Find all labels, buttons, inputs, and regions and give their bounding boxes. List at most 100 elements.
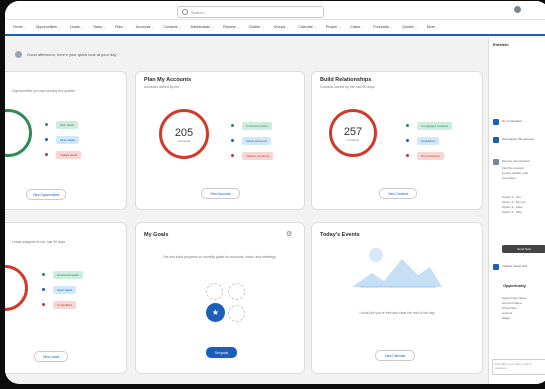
global-header: Search... xyxy=(5,1,545,20)
panel-title: Einstein xyxy=(493,42,509,47)
accounts-total-label: Accounts xyxy=(177,139,191,144)
nav-item[interactable]: Files xyxy=(115,25,127,29)
legend-dot xyxy=(231,124,234,127)
legend-row: In account plans xyxy=(231,118,273,133)
legend-dot xyxy=(231,154,234,157)
legend-row: Inactive accounts xyxy=(231,148,274,163)
nav-item[interactable]: Cases xyxy=(350,25,364,29)
nav-item[interactable]: Forecasts xyxy=(373,25,393,29)
einstein-panel: Einstein Hi, I'm Einstein Summarize this… xyxy=(488,38,545,384)
panel-item[interactable]: Summarize this account xyxy=(493,137,534,143)
legend-dot xyxy=(42,288,45,291)
legend-dot xyxy=(406,139,409,142)
send-now-button[interactable]: Send Now xyxy=(502,245,545,253)
events-empty-text: Looks like you're free and clear the res… xyxy=(359,311,435,315)
legend-dot xyxy=(231,139,234,142)
leads-legend: Converted leads Open leads Unqualified xyxy=(42,267,83,312)
card-build-relationships: Build Relationships Contacts owned by me… xyxy=(311,71,483,210)
result-line: Stage xyxy=(502,316,510,320)
nav-item[interactable]: Contacts xyxy=(163,25,181,29)
legend-label: In engaged contacts xyxy=(417,121,453,130)
legend-row: Open leads xyxy=(42,282,83,297)
contacts-ring-chart: 257 Contacts xyxy=(329,109,377,157)
card-title: My Goals xyxy=(144,232,169,238)
legend-label: Won deals xyxy=(56,120,79,129)
assistant-icon xyxy=(15,50,22,58)
goal-placeholder xyxy=(228,283,245,300)
legend-label: Not contacted xyxy=(417,151,444,160)
legend-row: Unqualified xyxy=(42,297,83,312)
goal-placeholder xyxy=(206,283,223,300)
set-goals-button[interactable]: Set goals xyxy=(206,347,237,358)
search-icon xyxy=(182,9,188,15)
avatar[interactable] xyxy=(514,6,521,13)
accounts-total: 205 xyxy=(174,126,194,139)
card-subtitle: Contacts owned by me, last 90 days xyxy=(320,85,375,89)
panel-item[interactable]: Set it to recommend... xyxy=(493,159,531,165)
nav-item[interactable]: Chatter xyxy=(249,25,265,29)
star-icon: ★ xyxy=(206,303,225,322)
nav-item[interactable]: Quotes xyxy=(402,25,418,29)
panel-line: next steps xyxy=(502,176,516,180)
legend-label: In account plans xyxy=(242,121,272,130)
panel-item[interactable]: Insights, ideas and xyxy=(493,264,527,270)
task-icon xyxy=(493,159,499,165)
view-leads-button[interactable]: View Leads xyxy=(34,351,68,362)
gear-icon[interactable]: ⚙ xyxy=(286,230,292,238)
document-icon xyxy=(493,137,499,143)
legend-row: Open deals xyxy=(45,132,81,147)
lightning-icon xyxy=(493,264,499,270)
nav-item[interactable]: Tasks xyxy=(93,25,106,29)
nav-item[interactable]: Groups xyxy=(273,25,289,29)
legend-dot xyxy=(42,303,45,306)
view-accounts-button[interactable]: View Accounts xyxy=(201,188,240,199)
nav-item[interactable]: Dashboards xyxy=(191,25,214,29)
legend-dot xyxy=(406,154,409,157)
legend-dot xyxy=(45,123,48,126)
nav-item[interactable]: Home xyxy=(13,25,27,29)
card-plan-accounts: Plan My Accounts Accounts owned by me 20… xyxy=(135,71,305,210)
legend-label: Inactive accounts xyxy=(242,151,274,160)
chat-icon xyxy=(493,119,499,125)
einstein-prompt-input[interactable]: Describe your task or ask a question... xyxy=(492,359,545,375)
contacts-legend: In engaged contacts Contacted Not contacte… xyxy=(406,118,453,163)
legend-row: Won deals xyxy=(45,117,81,132)
card-leads: Leads assigned to me, last 30 days Conve… xyxy=(5,222,127,374)
option-line: Option 4 - Skip xyxy=(502,210,522,214)
result-fields: Opportunity Name Account Name Close Date Am… xyxy=(502,296,526,321)
legend-label: Converted leads xyxy=(53,270,83,279)
search-placeholder: Search... xyxy=(191,9,208,15)
nav-item[interactable]: Reports xyxy=(223,25,240,29)
accounts-legend: In account plans Active accounts Inactive … xyxy=(231,118,274,163)
legend-row: Not contacted xyxy=(406,148,452,163)
app-navigation-bar: Home Opportunities Leads Tasks Files Accounts… xyxy=(5,20,545,36)
card-subtitle: Accounts owned by me xyxy=(144,85,180,89)
legend-label: Contacted xyxy=(417,136,439,145)
nav-item[interactable]: Accounts xyxy=(136,25,155,29)
goal-placeholder xyxy=(228,305,245,322)
deals-ring-chart xyxy=(5,109,32,157)
legend-label: Unqualified xyxy=(53,300,77,309)
view-calendar-button[interactable]: View Calendar xyxy=(375,350,415,361)
view-opportunities-button[interactable]: View Opportunities xyxy=(26,189,66,200)
legend-row: Active accounts xyxy=(231,133,273,148)
nav-item[interactable]: More xyxy=(427,25,439,29)
contacts-total: 257 xyxy=(343,126,363,139)
nav-item[interactable]: Opportunities xyxy=(36,25,61,29)
nav-item[interactable]: People xyxy=(326,25,341,29)
global-search-box[interactable]: Search... xyxy=(177,6,324,18)
nav-item[interactable]: Calendar xyxy=(298,25,317,29)
legend-label: Active accounts xyxy=(242,136,272,145)
legend-dot xyxy=(42,273,45,276)
panel-paragraph: Find the nearest invoice details, plan nex… xyxy=(502,166,528,181)
card-title: Today's Events xyxy=(320,232,360,238)
nav-item[interactable]: Leads xyxy=(70,25,84,29)
panel-options[interactable]: Option 1 - Yes Option 2 - Not yet Option 3… xyxy=(502,195,526,215)
view-contacts-button[interactable]: View Contacts xyxy=(379,188,417,199)
legend-row: Converted leads xyxy=(42,267,83,282)
legend-row: In engaged contacts xyxy=(406,118,453,133)
panel-item[interactable]: Hi, I'm Einstein xyxy=(493,119,522,125)
assistant-bar: Good afternoon, here's your quick look a… xyxy=(15,49,475,59)
deals-legend: Won deals Open deals Stalled deals xyxy=(45,117,82,162)
goals-description: Set and track progress on monthly goals … xyxy=(163,255,277,259)
